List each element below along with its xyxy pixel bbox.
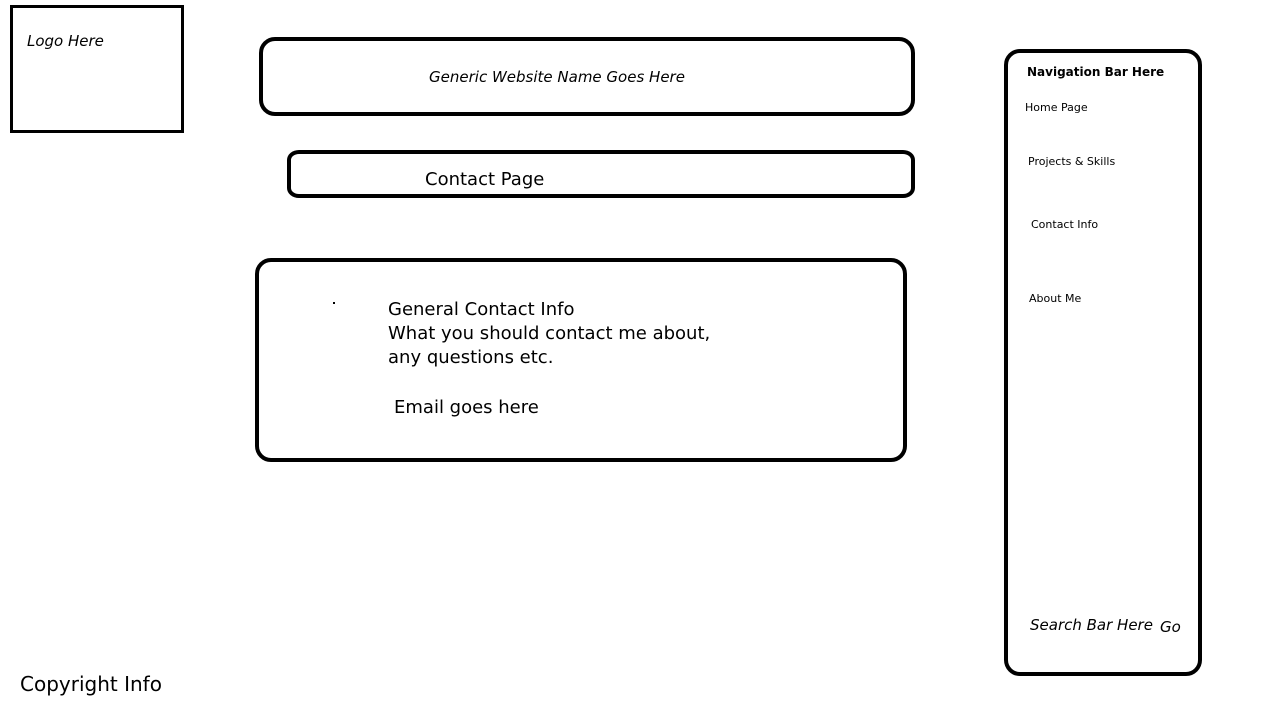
site-name: Generic Website Name Goes Here xyxy=(429,67,685,86)
logo-text: Logo Here xyxy=(27,32,104,50)
site-header: Generic Website Name Goes Here xyxy=(259,37,915,116)
email-text: Email goes here xyxy=(394,397,539,418)
stray-dot xyxy=(333,302,335,304)
contact-content-panel: General Contact Info What you should con… xyxy=(255,258,907,462)
logo-box[interactable]: Logo Here xyxy=(10,5,184,133)
page-title: Contact Page xyxy=(425,169,545,190)
nav-item-about-me[interactable]: About Me xyxy=(1029,292,1081,305)
contact-heading: General Contact Info xyxy=(388,299,575,320)
nav-item-projects-skills[interactable]: Projects & Skills xyxy=(1028,155,1115,168)
nav-item-contact-info[interactable]: Contact Info xyxy=(1031,218,1098,231)
nav-item-home[interactable]: Home Page xyxy=(1025,101,1088,114)
copyright-text: Copyright Info xyxy=(20,672,162,696)
page-title-banner: Contact Page xyxy=(287,150,915,198)
go-button[interactable]: Go xyxy=(1160,618,1181,636)
search-input[interactable]: Search Bar Here xyxy=(1030,616,1153,634)
navigation-bar: Navigation Bar Here Home Page Projects &… xyxy=(1004,49,1202,676)
contact-description: What you should contact me about, any qu… xyxy=(388,323,711,368)
nav-title: Navigation Bar Here xyxy=(1027,65,1165,79)
